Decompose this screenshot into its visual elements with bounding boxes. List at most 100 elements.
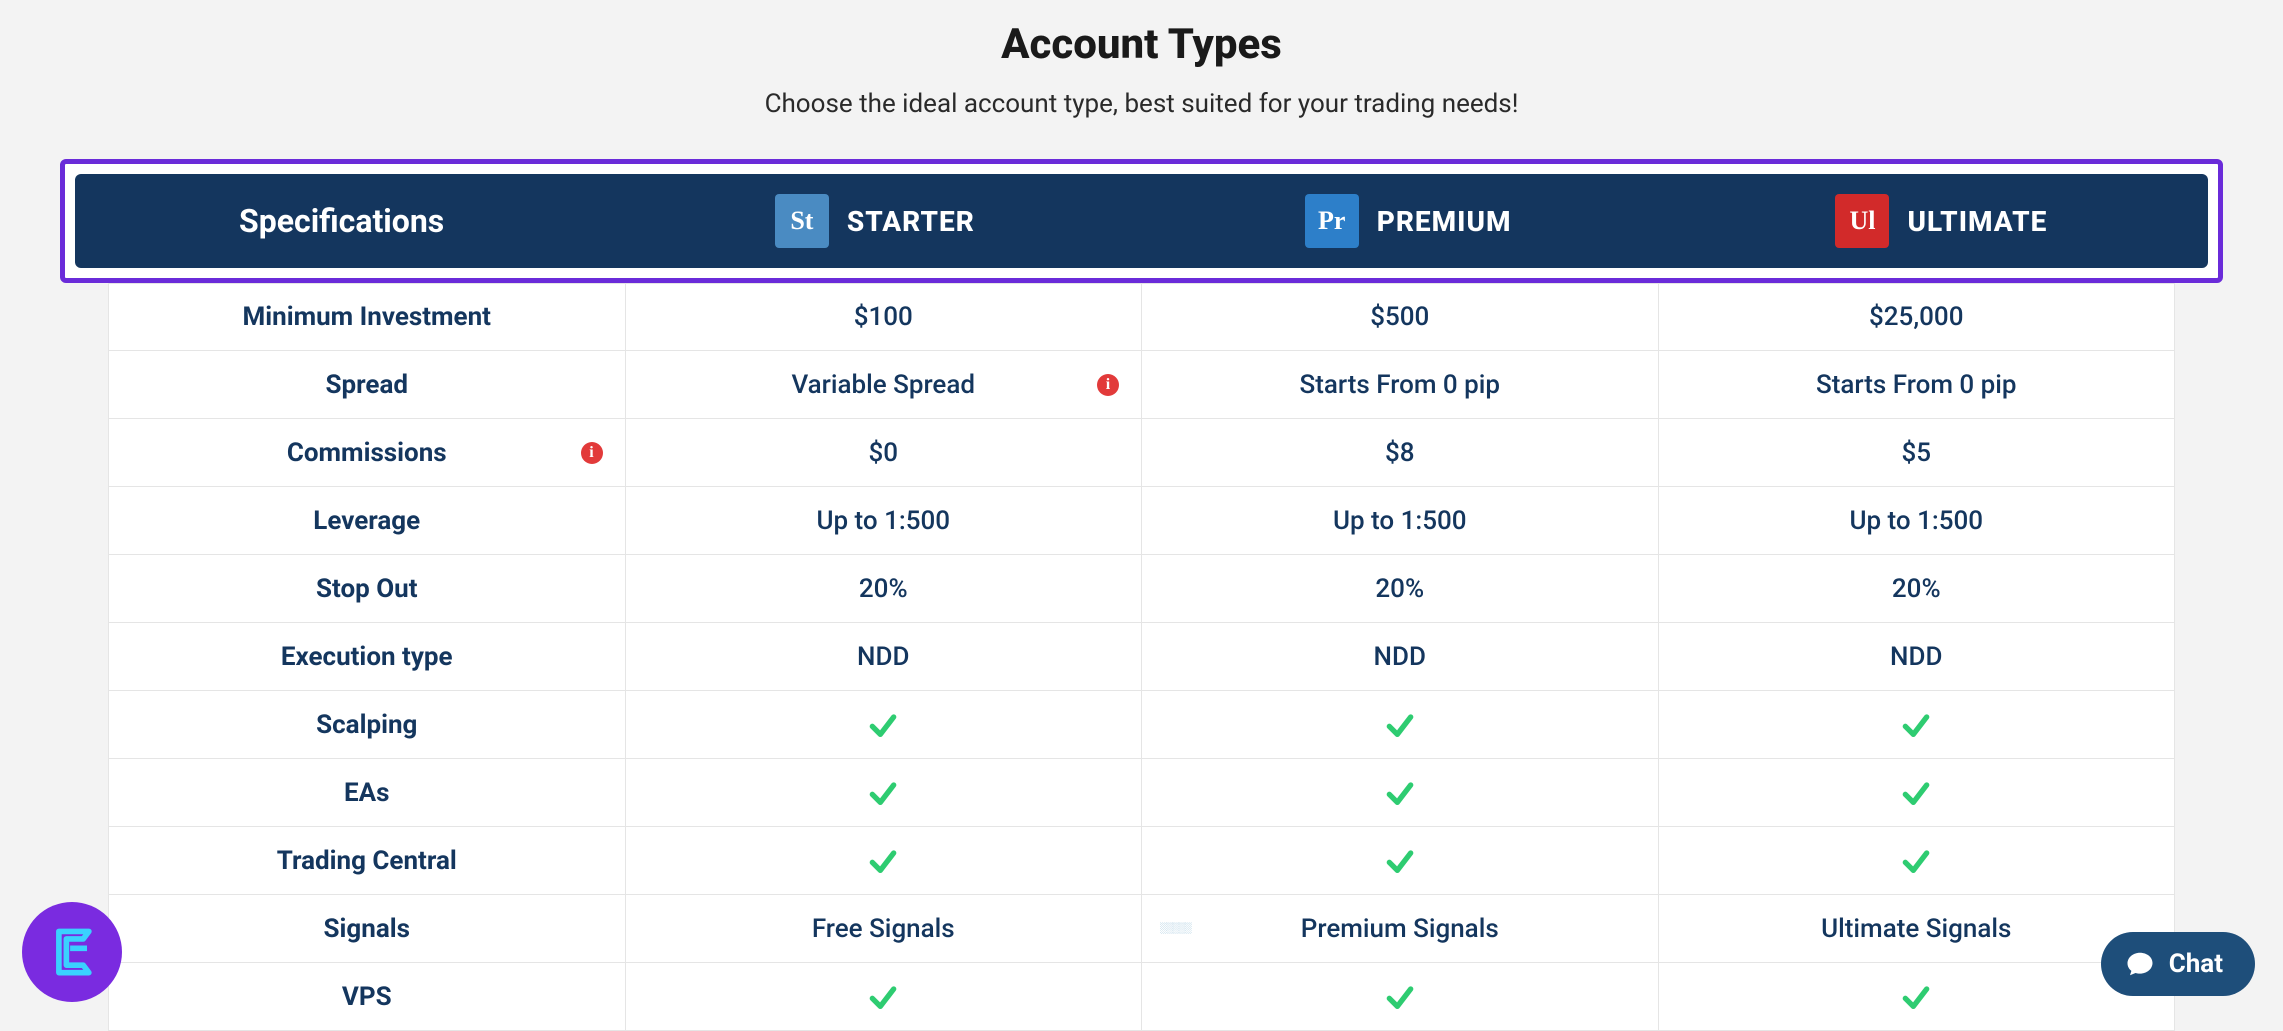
brand-logo-icon — [42, 922, 102, 982]
spec-cell-text: Scalping — [316, 710, 417, 740]
spec-cell: Spread — [109, 351, 626, 418]
ultimate-cell-text: Starts From 0 pip — [1816, 370, 2017, 400]
ultimate-cell: NDD — [1659, 623, 2175, 690]
ultimate-cell — [1659, 827, 2175, 894]
header-starter: St STARTER — [608, 194, 1141, 248]
premium-cell: NDD — [1142, 623, 1659, 690]
starter-cell-text: Free Signals — [812, 914, 955, 944]
premium-cell-text: $8 — [1385, 438, 1415, 468]
ultimate-cell-text: Ultimate Signals — [1821, 914, 2011, 944]
info-icon[interactable]: i — [1097, 374, 1119, 396]
ultimate-cell-text: Up to 1:500 — [1849, 506, 1983, 536]
spec-cell-text: VPS — [342, 982, 392, 1012]
brand-badge[interactable] — [22, 902, 122, 1002]
starter-cell: Free Signals — [626, 895, 1143, 962]
ultimate-cell — [1659, 759, 2175, 826]
starter-cell: NDD — [626, 623, 1143, 690]
spec-cell-text: Trading Central — [277, 846, 457, 876]
spec-cell: Scalping — [109, 691, 626, 758]
check-icon — [1900, 981, 1932, 1013]
table-row: VPS — [108, 963, 2175, 1031]
check-icon — [1384, 845, 1416, 877]
ultimate-cell-text: $25,000 — [1869, 302, 1963, 332]
table-row: Leverage Up to 1:500 Up to 1:500 Up to 1:50… — [108, 487, 2175, 555]
ultimate-cell: $5 — [1659, 419, 2175, 486]
table-row: Commissions i $0 $8 $5 — [108, 419, 2175, 487]
spec-cell: Leverage — [109, 487, 626, 554]
check-icon — [867, 981, 899, 1013]
check-icon — [1384, 777, 1416, 809]
starter-cell: $0 — [626, 419, 1143, 486]
premium-cell: $8 — [1142, 419, 1659, 486]
ultimate-cell: Starts From 0 pip — [1659, 351, 2175, 418]
spec-cell: Commissions i — [109, 419, 626, 486]
spec-cell: VPS — [109, 963, 626, 1030]
premium-cell-text: NDD — [1374, 642, 1426, 672]
table-row: Scalping — [108, 691, 2175, 759]
premium-cell-text: Starts From 0 pip — [1299, 370, 1500, 400]
ultimate-cell-text: $5 — [1901, 438, 1931, 468]
ultimate-label: ULTIMATE — [1907, 205, 2047, 238]
check-icon — [1900, 777, 1932, 809]
spec-cell: Minimum Investment — [109, 284, 626, 350]
premium-cell — [1142, 827, 1659, 894]
table-row: Trading Central — [108, 827, 2175, 895]
starter-cell: $100 — [626, 284, 1143, 350]
check-icon — [1900, 845, 1932, 877]
ultimate-cell-text: NDD — [1890, 642, 1942, 672]
spec-cell-text: EAs — [344, 778, 389, 808]
comparison-table-body: Minimum Investment $100 $500 $25,000 Spread V… — [108, 283, 2175, 1031]
chat-button[interactable]: Chat — [2101, 932, 2255, 996]
table-row: Minimum Investment $100 $500 $25,000 — [108, 283, 2175, 351]
starter-cell-text: Up to 1:500 — [816, 506, 950, 536]
check-icon — [1384, 709, 1416, 741]
starter-label: STARTER — [847, 205, 975, 238]
premium-cell — [1142, 759, 1659, 826]
premium-cell: Up to 1:500 — [1142, 487, 1659, 554]
ultimate-cell: Ultimate Signals — [1659, 895, 2175, 962]
spec-cell-text: Leverage — [313, 506, 420, 536]
ultimate-cell: $25,000 — [1659, 284, 2175, 350]
header-specifications: Specifications — [75, 202, 608, 240]
spec-cell-text: Execution type — [281, 642, 453, 672]
check-icon — [867, 845, 899, 877]
premium-cell: Starts From 0 pip — [1142, 351, 1659, 418]
ultimate-cell — [1659, 691, 2175, 758]
starter-cell — [626, 759, 1143, 826]
spec-cell: Stop Out — [109, 555, 626, 622]
starter-cell-text: $100 — [854, 302, 913, 332]
table-header-row: Specifications St STARTER Pr PREMIUM Ul … — [75, 174, 2208, 268]
starter-cell-text: NDD — [857, 642, 909, 672]
page-title: Account Types — [0, 20, 2283, 69]
starter-icon: St — [775, 194, 829, 248]
starter-cell: 20% — [626, 555, 1143, 622]
chat-label: Chat — [2169, 949, 2223, 979]
premium-cell — [1142, 691, 1659, 758]
ultimate-cell: 20% — [1659, 555, 2175, 622]
spec-cell: Execution type — [109, 623, 626, 690]
premium-cell-text: $500 — [1370, 302, 1429, 332]
spec-cell-text: Commissions — [287, 438, 447, 468]
info-icon[interactable]: i — [581, 442, 603, 464]
header-premium: Pr PREMIUM — [1142, 194, 1675, 248]
spec-cell-text: Signals — [324, 914, 410, 944]
table-row: EAs — [108, 759, 2175, 827]
chat-icon — [2125, 949, 2155, 979]
starter-cell — [626, 827, 1143, 894]
spec-cell-text: Spread — [325, 370, 408, 400]
starter-cell: Up to 1:500 — [626, 487, 1143, 554]
starter-cell-text: $0 — [868, 438, 898, 468]
premium-cell — [1142, 963, 1659, 1030]
check-icon — [867, 777, 899, 809]
table-row: SpreadVariable SpreadiStarts From 0 pipS… — [108, 351, 2175, 419]
ultimate-cell: Up to 1:500 — [1659, 487, 2175, 554]
premium-cell: 20% — [1142, 555, 1659, 622]
starter-cell — [626, 691, 1143, 758]
check-icon — [1384, 981, 1416, 1013]
spec-cell: EAs — [109, 759, 626, 826]
ultimate-cell — [1659, 963, 2175, 1030]
premium-cell: ░░░░░Premium Signals — [1142, 895, 1659, 962]
spec-cell: Trading Central — [109, 827, 626, 894]
premium-label: PREMIUM — [1377, 205, 1512, 238]
page-subtitle: Choose the ideal account type, best suit… — [0, 89, 2283, 119]
